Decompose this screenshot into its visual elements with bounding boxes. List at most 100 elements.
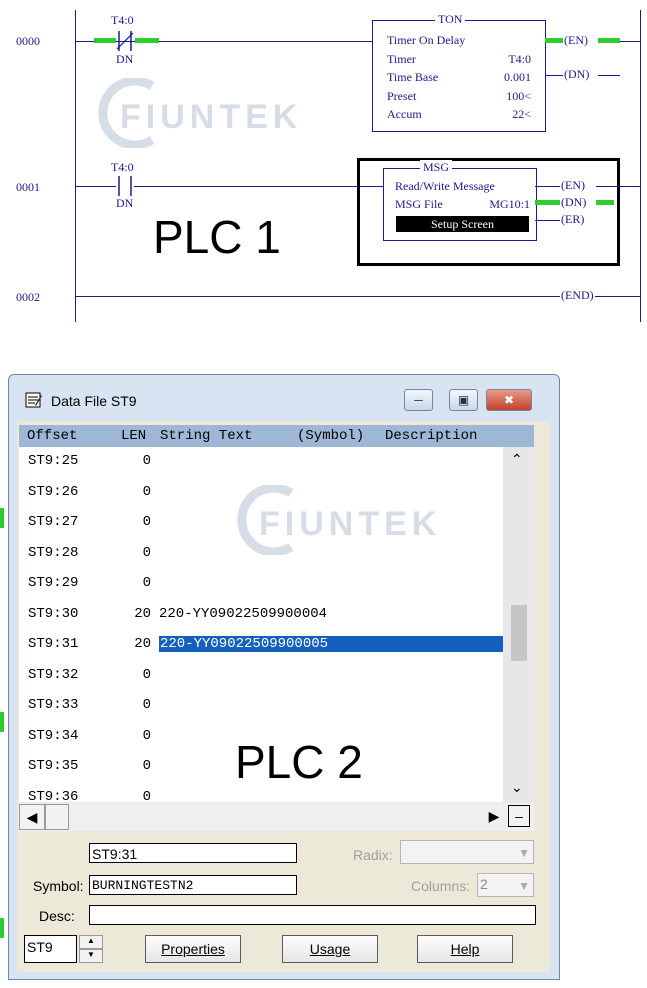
header-description[interactable]: Description [385,428,477,444]
coil-label: EN [565,178,581,192]
scroll-thumb[interactable] [45,804,69,830]
block-row-value: 100< [506,89,531,103]
chevron-up-icon: ▲ [87,936,95,945]
close-button[interactable]: ✖ [486,389,532,411]
row-len: 20 [134,636,151,652]
watermark-text: FIUNTEK [259,505,442,543]
energized-wire [598,38,620,43]
plc1-label: PLC 1 [153,211,281,263]
row-offset: ST9:33 [28,697,79,713]
rung-wire [596,186,640,187]
block-row-label: Preset [387,89,417,103]
scroll-left-button[interactable]: ◀ [19,804,45,830]
right-power-rail [640,10,641,322]
row-string-text: 220-YY09022509900004 [159,605,328,622]
symbol-label: Symbol: [33,878,84,894]
block-row-label: Timer [387,52,416,66]
data-file-app-icon [25,391,43,409]
close-icon: ✖ [503,393,515,407]
no-contact-icon[interactable] [116,176,134,196]
minus-icon: – [515,808,523,824]
energized-wire [545,38,565,43]
help-button[interactable]: Help [417,935,513,963]
nc-contact-icon[interactable] [116,31,134,51]
background-fragment [0,508,4,528]
scroll-left-icon: ◀ [26,809,38,825]
output-coil[interactable]: (EN) [563,33,589,48]
rung-wire [535,220,562,221]
table-row[interactable]: ST9:25 0 [19,447,503,477]
chevron-down-icon: ▼ [518,879,530,893]
rung-number: 0000 [16,34,40,48]
table-row[interactable]: ST9:33 0 [19,691,503,721]
table-row[interactable]: ST9:32 0 [19,661,503,691]
contact-bit: DN [116,52,134,66]
table-row[interactable]: ST9:31 20 220-YY09022509900005 [19,630,508,660]
data-file-window: Data File ST9 ─ ▣ ✖ Offset LEN String Te… [8,374,560,980]
row-offset: ST9:27 [28,514,79,530]
restore-button[interactable]: ▣ [449,389,478,411]
header-len[interactable]: LEN [121,428,146,444]
ton-instruction-block[interactable]: TON Timer On Delay Timer T4:0 Time Base … [372,12,546,132]
spin-down-button[interactable]: ▼ [79,949,103,963]
row-offset: ST9:29 [28,575,79,591]
header-offset[interactable]: Offset [27,428,77,444]
header-string-text[interactable]: String Text [160,428,252,444]
contact-bit: DN [116,196,134,210]
row-len: 0 [142,727,151,744]
row-string-text: 220-YY09022509900005 [159,636,508,652]
column-header: Offset LEN String Text (Symbol) Descript… [19,425,534,447]
properties-label: Properties [161,941,225,957]
rung-wire [75,296,640,297]
chevron-down-icon: ▼ [518,846,530,860]
file-spinner[interactable]: ▲ ▼ [79,935,103,963]
block-row-value: 0.001 [504,70,531,84]
row-offset: ST9:31 [28,636,79,652]
scroll-right-button[interactable]: ▶ [481,804,507,830]
columns-value: 2 [480,876,488,892]
file-spinner-field[interactable]: ST9 [24,935,77,963]
desc-field[interactable] [89,905,536,925]
end-coil[interactable]: (END) [560,288,595,303]
table-row[interactable]: ST9:30 20 220-YY09022509900004 [19,600,503,630]
row-offset: ST9:28 [28,544,79,561]
output-coil[interactable]: (DN) [563,67,591,82]
rung-wire [535,186,562,187]
radix-dropdown[interactable]: ▼ [400,840,534,864]
row-offset: ST9:26 [28,483,79,500]
address-field[interactable]: ST9:31 [89,843,297,863]
energized-wire [135,38,159,43]
properties-button[interactable]: Properties [145,935,241,963]
row-offset: ST9:34 [28,727,79,744]
row-offset: ST9:32 [28,666,79,683]
scroll-down-icon[interactable]: ⌄ [511,779,523,796]
scroll-thumb[interactable] [511,605,527,661]
table-row[interactable]: ST9:29 0 [19,569,503,599]
rung-number: 0002 [16,290,40,304]
collapse-button[interactable]: – [508,805,530,827]
row-len: 0 [142,483,151,500]
output-coil[interactable]: (EN) [560,178,586,193]
address-value: ST9:31 [92,846,138,862]
setup-screen-button[interactable]: Setup Screen [396,216,529,232]
horizontal-scrollbar[interactable]: ◀ ▶ – [19,803,534,831]
row-len: 0 [142,544,151,561]
header-symbol[interactable]: (Symbol) [297,428,364,444]
columns-dropdown[interactable]: 2 ▼ [477,873,534,897]
output-coil[interactable]: (DN) [560,195,588,210]
usage-button[interactable]: Usage [282,935,378,963]
block-row-label: Time Base [387,70,439,84]
row-len: 0 [142,758,151,774]
scroll-up-icon[interactable]: ⌃ [511,451,523,468]
rung-wire [620,41,640,42]
msg-instruction-block[interactable]: MSG Read/Write Message MSG File MG10:1 S… [383,160,537,241]
vertical-scrollbar[interactable]: ⌃ ⌄ [503,447,534,802]
minimize-button[interactable]: ─ [404,389,433,411]
spin-up-button[interactable]: ▲ [79,935,103,949]
output-coil[interactable]: (ER) [560,212,586,227]
symbol-field[interactable]: BURNINGTESTN2 [89,875,297,895]
block-title: Read/Write Message [395,179,495,193]
block-name: MSG [420,160,453,175]
block-row-label: Accum [387,107,422,121]
watermark-text: FIUNTEK [120,98,303,136]
